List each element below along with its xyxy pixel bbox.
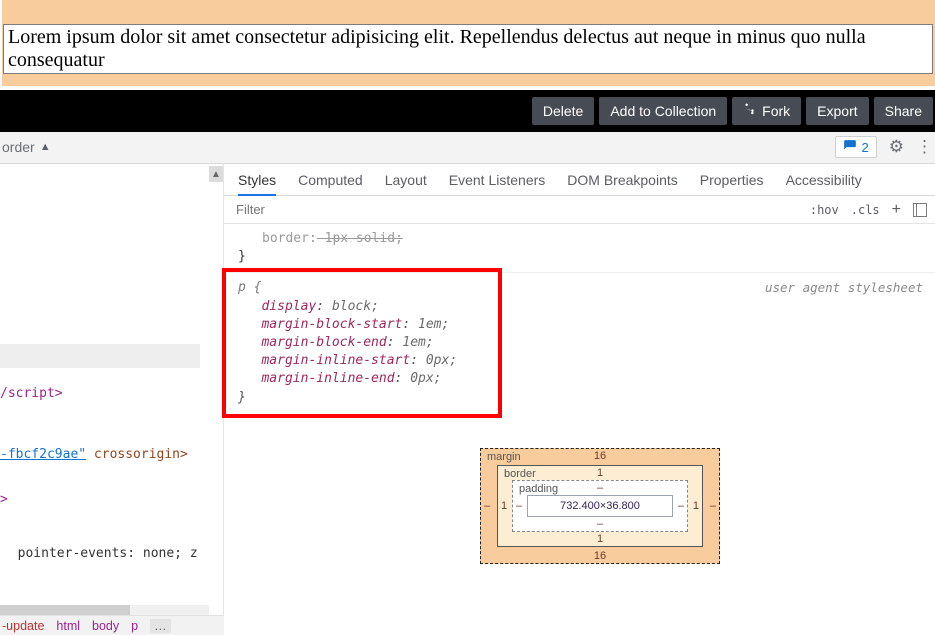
bm-margin-bottom: 16 xyxy=(594,550,606,562)
ua-l4v: 0px; xyxy=(426,353,457,368)
export-button[interactable]: Export xyxy=(806,97,868,125)
tab-event-listeners[interactable]: Event Listeners xyxy=(449,170,546,196)
pin-icon[interactable]: ▲ xyxy=(40,141,51,153)
tab-properties[interactable]: Properties xyxy=(700,170,764,196)
tab-layout[interactable]: Layout xyxy=(385,170,427,196)
styles-filter-row: :hov .cls + xyxy=(224,196,935,224)
bm-border-top: 1 xyxy=(597,467,603,479)
source-panel: ▲ /script> -fbcf2c9ae" crossorigin> > po… xyxy=(0,164,224,635)
bm-border-left: 1 xyxy=(501,500,507,512)
box-model-content: 732.400×36.800 xyxy=(527,495,673,517)
ua-selector: p { xyxy=(238,280,261,295)
breadcrumb: -update html body p … xyxy=(0,615,224,635)
styles-filter-input[interactable] xyxy=(236,202,798,217)
scroll-up-button[interactable]: ▲ xyxy=(209,166,223,182)
tab-accessibility[interactable]: Accessibility xyxy=(786,170,862,196)
source-code-block-3[interactable]: pointer-events: none; z xyxy=(2,504,198,605)
comments-button[interactable]: 2 xyxy=(835,136,877,158)
crumb-overflow[interactable]: … xyxy=(150,619,171,633)
delete-label: Delete xyxy=(543,97,583,125)
ua-l2v: 1em; xyxy=(418,317,449,332)
tab-dom-breakpoints[interactable]: DOM Breakpoints xyxy=(567,170,677,196)
ua-l2p: margin-block-start xyxy=(261,317,402,332)
kebab-icon[interactable]: ⋮ xyxy=(916,137,931,157)
fork-icon xyxy=(743,97,756,125)
ua-l3p: margin-block-end xyxy=(261,335,386,350)
bm-padding-top: – xyxy=(597,482,603,494)
ua-l1p: display xyxy=(261,299,316,314)
crumb-html[interactable]: html xyxy=(56,619,80,633)
devtools-tabs: Styles Computed Layout Event Listeners D… xyxy=(224,164,935,196)
comment-icon xyxy=(843,139,857,156)
ua-l4p: margin-inline-start xyxy=(261,353,410,368)
crumb-body[interactable]: body xyxy=(92,619,119,633)
horizontal-scrollbar[interactable] xyxy=(0,605,209,615)
inspected-paragraph[interactable]: Lorem ipsum dolor sit amet consectetur a… xyxy=(3,24,933,74)
box-model-margin: margin 16 16 – – border 1 1 1 1 padding … xyxy=(480,448,720,564)
gear-icon[interactable]: ⚙ xyxy=(889,137,904,157)
bm-padding-right: – xyxy=(678,500,684,512)
bm-padding-bottom: – xyxy=(597,518,603,530)
code-line-1: /script> xyxy=(0,386,63,401)
export-label: Export xyxy=(817,97,857,125)
cls-toggle[interactable]: .cls xyxy=(851,203,880,217)
code-line-2b: crossorigin> xyxy=(86,447,188,462)
secondary-toolbar: order ▲ 2 ⚙ ⋮ xyxy=(0,132,935,164)
styles-rules-area[interactable]: border: 1px solid; } p { display: block;… xyxy=(224,224,935,413)
ua-l5v: 0px; xyxy=(410,371,441,386)
share-label: Share xyxy=(885,97,922,125)
partial-rule-prop: border: xyxy=(262,231,317,246)
hov-toggle[interactable]: :hov xyxy=(810,203,839,217)
crumb-p[interactable]: p xyxy=(131,619,138,633)
ua-rule-row: p { display: block; margin-block-start: … xyxy=(238,279,923,406)
crumb-update[interactable]: -update xyxy=(2,619,44,633)
bm-margin-label: margin xyxy=(487,451,521,463)
bm-border-bottom: 1 xyxy=(597,533,603,545)
paragraph-text: Lorem ipsum dolor sit amet consectetur a… xyxy=(8,26,866,71)
bm-padding-left: – xyxy=(516,500,522,512)
box-model-diagram[interactable]: margin 16 16 – – border 1 1 1 1 padding … xyxy=(480,448,720,564)
add-to-collection-button[interactable]: Add to Collection xyxy=(599,97,727,125)
ua-close: } xyxy=(238,390,246,405)
rule-close-brace: } xyxy=(238,248,923,266)
rule-divider xyxy=(224,272,935,273)
bm-padding-label: padding xyxy=(519,483,558,495)
ua-source-label: user agent stylesheet xyxy=(765,279,923,297)
box-model-border: border 1 1 1 1 padding – – – – 732.400×3… xyxy=(497,465,703,547)
partial-rule-val: 1px solid; xyxy=(317,231,403,246)
bm-margin-right: – xyxy=(710,500,716,512)
bm-border-right: 1 xyxy=(693,500,699,512)
code-line-4: pointer-events: none; z xyxy=(2,546,198,561)
fork-label: Fork xyxy=(762,97,790,125)
tab-computed[interactable]: Computed xyxy=(298,170,363,196)
comment-count: 2 xyxy=(862,140,869,155)
devtools-panel: Styles Computed Layout Event Listeners D… xyxy=(224,164,935,635)
box-model-padding: padding – – – – 732.400×36.800 xyxy=(512,480,688,532)
fork-button[interactable]: Fork xyxy=(732,97,801,125)
new-style-rule-button[interactable]: + xyxy=(892,201,901,219)
bm-margin-left: – xyxy=(484,500,490,512)
app-toolbar: Delete Add to Collection Fork Export Sha… xyxy=(0,90,935,132)
order-label: order xyxy=(2,139,35,155)
tab-styles[interactable]: Styles xyxy=(238,170,276,196)
ua-l1v: block; xyxy=(332,299,379,314)
delete-button[interactable]: Delete xyxy=(532,97,594,125)
bm-margin-top: 16 xyxy=(594,450,606,462)
toggle-sidebar-icon[interactable] xyxy=(913,203,927,217)
ua-l5p: margin-inline-end xyxy=(261,371,394,386)
scrollbar-thumb[interactable] xyxy=(0,605,130,615)
add-collection-label: Add to Collection xyxy=(610,97,716,125)
bm-border-label: border xyxy=(504,468,536,480)
share-button[interactable]: Share xyxy=(874,97,933,125)
ua-rule-block: p { display: block; margin-block-start: … xyxy=(238,279,457,406)
ua-l3v: 1em; xyxy=(402,335,433,350)
